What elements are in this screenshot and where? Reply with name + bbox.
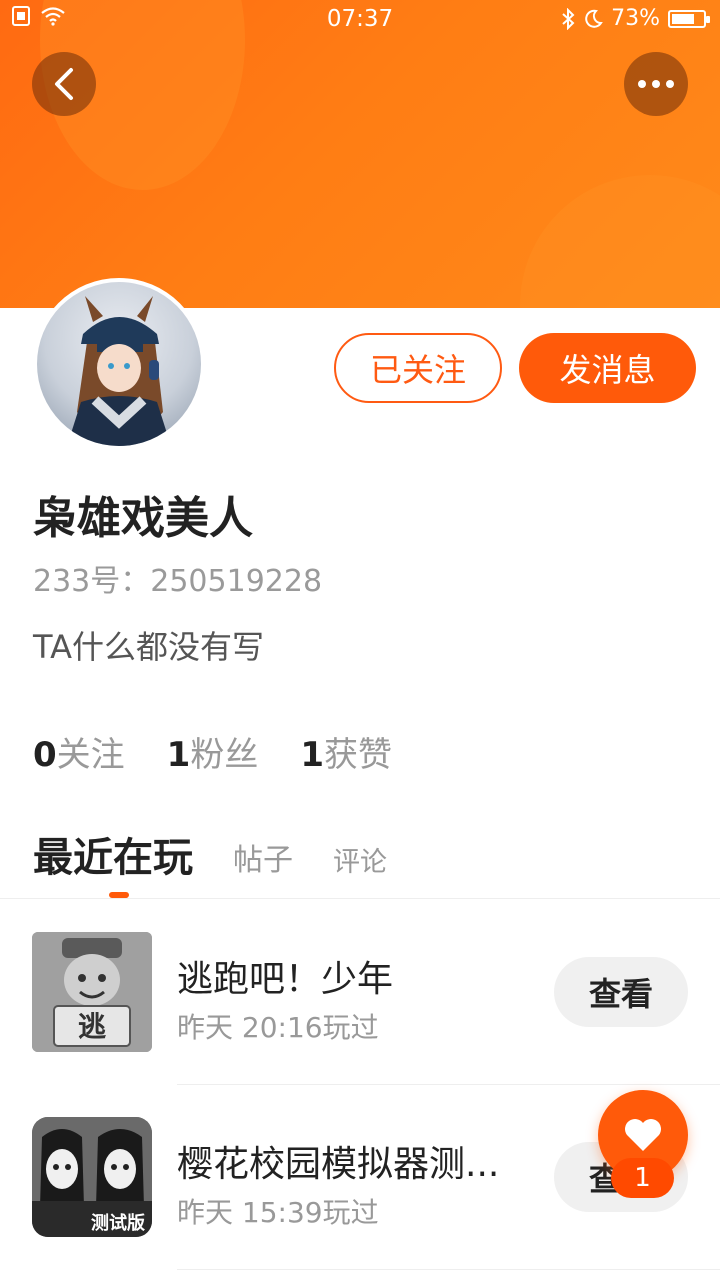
user-id: 233号：250519228 [33,564,323,599]
chevron-left-icon [55,68,73,100]
game-title: 樱花校园模拟器测... [177,1144,500,1185]
divider [0,898,720,899]
stat-number: 1 [166,735,191,775]
view-game-button[interactable]: 查看 [554,957,688,1027]
status-bar: 07:37 73% [0,0,720,38]
tab-label: 最近在玩 [33,835,193,881]
profile-tabs: 最近在玩 帖子 评论 [33,825,387,898]
banner-decoration [520,175,720,308]
stat-following[interactable]: 0关注 [33,727,125,776]
bluetooth-icon [562,7,575,30]
game-list-item[interactable]: 逃 逃跑吧！少年 昨天 20:16玩过 查看 [0,900,720,1085]
stat-likes[interactable]: 1获赞 [300,727,392,776]
moon-icon [585,9,603,28]
game-title: 逃跑吧！少年 [177,959,394,1000]
like-count-badge: 1 [611,1158,674,1198]
game-icon-text: 测试版 [91,1212,145,1234]
heart-icon [625,1119,661,1151]
avatar-image [37,282,201,446]
more-dots-icon [638,80,674,88]
game-icon: 测试版 [32,1117,152,1237]
followed-button[interactable]: 已关注 [334,333,502,403]
tab-posts[interactable]: 帖子 [233,835,293,883]
stat-label: 关注 [56,735,125,775]
send-message-button[interactable]: 发消息 [519,333,696,403]
divider [177,1269,720,1270]
stat-label: 获赞 [324,735,393,775]
tab-comments[interactable]: 评论 [333,840,387,883]
game-played-time: 昨天 20:16玩过 [177,1011,379,1044]
stat-followers[interactable]: 1粉丝 [167,727,259,776]
game-icon: 逃 [32,932,152,1052]
stat-number: 0 [33,735,57,775]
stat-label: 粉丝 [190,735,259,775]
back-button[interactable] [32,52,96,116]
avatar[interactable] [33,278,205,450]
tab-recently-played[interactable]: 最近在玩 [33,825,193,898]
username: 枭雄戏美人 [33,493,253,544]
game-played-time: 昨天 15:39玩过 [177,1196,379,1229]
game-icon-text: 逃 [78,1010,106,1043]
battery-icon [668,9,710,28]
more-button[interactable] [624,52,688,116]
stat-number: 1 [300,735,325,775]
user-bio: TA什么都没有写 [33,628,264,666]
battery-percent: 73% [611,6,660,31]
profile-banner [0,0,720,308]
profile-stats: 0关注 1粉丝 1获赞 [33,727,392,776]
